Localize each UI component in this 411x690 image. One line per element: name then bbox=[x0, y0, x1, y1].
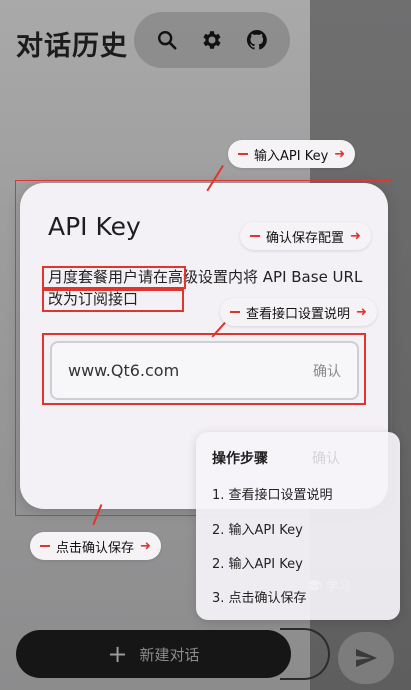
callout-dash bbox=[250, 235, 260, 237]
api-key-field-wrapper: 确认 bbox=[50, 341, 359, 400]
dialog-title: API Key bbox=[48, 212, 141, 241]
callout-text: 点击确认保存 bbox=[56, 540, 135, 556]
step-item: 1. 查看接口设置说明 bbox=[212, 488, 333, 503]
gear-icon bbox=[203, 31, 221, 49]
confirm-button[interactable]: 确认 bbox=[313, 361, 341, 381]
callout-click-confirm-save: 点击确认保存 ➜ bbox=[30, 532, 161, 560]
github-icon bbox=[247, 29, 268, 50]
search-button[interactable] bbox=[152, 25, 182, 55]
new-chat-label: 新建对话 bbox=[139, 645, 200, 664]
steps-title: 操作步骤 bbox=[212, 451, 268, 467]
arrow-right-icon: ➜ bbox=[140, 538, 151, 554]
header-toolbar bbox=[134, 12, 290, 68]
callout-dash bbox=[40, 545, 50, 547]
callout-dash bbox=[238, 153, 248, 155]
arrow-right-icon: ➜ bbox=[356, 304, 367, 320]
callout-text: 确认保存配置 bbox=[266, 230, 345, 246]
github-button[interactable] bbox=[242, 25, 272, 55]
page-title: 对话历史 bbox=[16, 31, 128, 62]
callout-input-api-key: 输入API Key ➜ bbox=[228, 140, 356, 168]
plus-icon: + bbox=[107, 640, 128, 668]
api-key-input[interactable] bbox=[68, 361, 313, 380]
search-icon bbox=[157, 31, 177, 50]
callout-confirm-save-config: 确认保存配置 ➜ bbox=[240, 222, 371, 250]
hint-highlight-box-1 bbox=[42, 266, 186, 289]
callout-text: 查看接口设置说明 bbox=[246, 306, 351, 322]
steps-faded-confirm: 确认 bbox=[312, 451, 340, 467]
hint-highlight-box-2 bbox=[42, 289, 184, 312]
arrow-right-icon: ➜ bbox=[334, 146, 346, 162]
settings-button[interactable] bbox=[197, 25, 227, 55]
callout-dash bbox=[230, 311, 240, 313]
send-icon bbox=[356, 649, 377, 667]
chat-input-edge[interactable] bbox=[280, 628, 330, 680]
step-item: 2. 输入API Key bbox=[212, 523, 303, 538]
step-item: 3. 点击确认保存 bbox=[212, 591, 307, 606]
callout-view-api-doc: 查看接口设置说明 ➜ bbox=[220, 298, 377, 326]
new-chat-button[interactable]: + 新建对话 bbox=[16, 630, 291, 678]
step-item: 2. 输入API Key bbox=[212, 557, 303, 572]
send-button[interactable] bbox=[338, 632, 394, 684]
arrow-right-icon: ➜ bbox=[350, 228, 361, 244]
callout-text: 输入API Key bbox=[254, 148, 329, 164]
